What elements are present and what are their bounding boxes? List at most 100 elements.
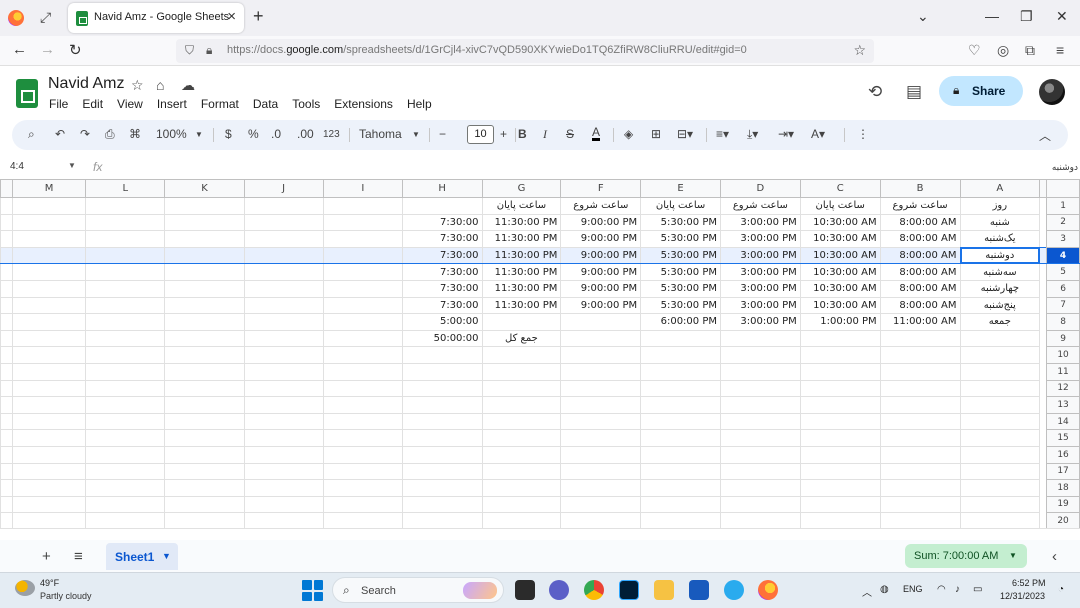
cell-A14[interactable] <box>959 412 1041 431</box>
increase-decimal-button[interactable]: .00 <box>297 127 314 141</box>
cell-E17[interactable] <box>640 462 721 481</box>
cell-A13[interactable] <box>959 396 1041 414</box>
grid-cell[interactable] <box>0 346 13 364</box>
cell-A18[interactable] <box>959 479 1041 497</box>
grid-cell[interactable] <box>243 396 324 414</box>
grid-cell[interactable] <box>85 445 166 464</box>
zoom-select[interactable]: 100% <box>156 127 187 141</box>
grid-cell[interactable] <box>85 462 166 481</box>
cell-A5[interactable]: سه‌شنبه <box>959 263 1041 281</box>
cell-H18[interactable] <box>401 479 483 497</box>
row-header-7[interactable]: 7 <box>1046 296 1080 315</box>
cell-C14[interactable] <box>799 412 881 431</box>
cell-D10[interactable] <box>719 346 801 364</box>
grid-cell[interactable] <box>164 396 245 414</box>
cell-H12[interactable] <box>401 379 483 398</box>
cell-E19[interactable] <box>640 495 721 514</box>
cell-E8[interactable]: 6:00:00 PM <box>640 313 721 331</box>
cell-F18[interactable] <box>560 479 642 497</box>
cell-C18[interactable] <box>799 479 881 497</box>
grid-cell[interactable] <box>11 512 87 530</box>
cell-A11[interactable] <box>959 362 1041 381</box>
grid-cell[interactable] <box>11 479 87 497</box>
row-header-14[interactable]: 14 <box>1046 412 1080 431</box>
cell-A20[interactable] <box>959 512 1041 530</box>
font-chevron-icon[interactable]: ▼ <box>412 130 420 139</box>
cell-D5[interactable]: 3:00:00 PM <box>719 263 801 281</box>
cell-G14[interactable] <box>481 412 562 431</box>
cell-A8[interactable]: جمعه <box>959 313 1041 331</box>
cell-H14[interactable] <box>401 412 483 431</box>
grid-cell[interactable] <box>322 197 403 215</box>
cell-A3[interactable]: یک‌شنبه <box>959 230 1041 248</box>
grid-cell[interactable] <box>164 462 245 481</box>
cell-H20[interactable] <box>401 512 483 530</box>
clock-time[interactable]: 6:52 PM <box>1012 578 1046 588</box>
grid-cell[interactable] <box>11 346 87 364</box>
grid-cell[interactable] <box>0 512 13 530</box>
column-header-A[interactable]: A <box>959 179 1041 198</box>
grid-cell[interactable] <box>164 412 245 431</box>
cell-A10[interactable] <box>959 346 1041 364</box>
cell-F12[interactable] <box>560 379 642 398</box>
grid-cell[interactable] <box>322 429 403 447</box>
row-header-4[interactable]: 4 <box>1046 246 1080 265</box>
grid-cell[interactable] <box>11 313 87 331</box>
menu-insert[interactable]: Insert <box>157 97 187 111</box>
cell-A4[interactable]: دوشنبه <box>959 246 1041 265</box>
grid-cell[interactable] <box>164 346 245 364</box>
cell-A15[interactable] <box>959 429 1041 447</box>
grid-cell[interactable] <box>164 263 245 281</box>
cell-G6[interactable]: 11:30:00 PM <box>481 279 562 298</box>
vertical-align-icon[interactable]: ⤓▾ <box>747 127 758 142</box>
extensions-icon[interactable]: ⧉ <box>1025 42 1035 59</box>
menu-data[interactable]: Data <box>253 97 278 111</box>
row-header-2[interactable]: 2 <box>1046 213 1080 232</box>
cell-B15[interactable] <box>879 429 961 447</box>
cell-B6[interactable]: 8:00:00 AM <box>879 279 961 298</box>
cell-E9[interactable] <box>640 329 721 348</box>
cell-G10[interactable] <box>481 346 562 364</box>
row-header-18[interactable]: 18 <box>1046 479 1080 497</box>
cell-G7[interactable]: 11:30:00 PM <box>481 296 562 315</box>
sheet-tab-sheet1[interactable]: Sheet1 ▼ <box>106 543 178 570</box>
grid-cell[interactable] <box>322 412 403 431</box>
grid-cell[interactable] <box>243 296 324 315</box>
cell-A9[interactable] <box>959 329 1041 348</box>
cell-G12[interactable] <box>481 379 562 398</box>
row-header-8[interactable]: 8 <box>1046 313 1080 331</box>
close-tab-icon[interactable]: × <box>227 8 236 25</box>
text-color-button[interactable]: A <box>592 126 601 141</box>
cell-E16[interactable] <box>640 445 721 464</box>
name-box-chevron-icon[interactable]: ▼ <box>68 161 76 170</box>
file-explorer-icon[interactable] <box>654 580 674 600</box>
cell-D17[interactable] <box>719 462 801 481</box>
grid-cell[interactable] <box>0 396 13 414</box>
cell-A2[interactable]: شنبه <box>959 213 1041 232</box>
menu-tools[interactable]: Tools <box>292 97 320 111</box>
firefox-taskbar-icon[interactable] <box>758 580 778 600</box>
grid-cell[interactable] <box>0 246 13 265</box>
font-select[interactable]: Tahoma <box>359 127 402 141</box>
fill-color-icon[interactable]: ◈ <box>624 127 633 141</box>
cell-F10[interactable] <box>560 346 642 364</box>
row-header-1[interactable]: 1 <box>1046 197 1080 215</box>
grid-cell[interactable] <box>322 445 403 464</box>
cell-F19[interactable] <box>560 495 642 514</box>
cell-G11[interactable] <box>481 362 562 381</box>
cell-H9[interactable]: 50:00:00 <box>401 329 483 348</box>
tray-chevron-icon[interactable]: ︿ <box>862 584 872 599</box>
grid-cell[interactable] <box>0 329 13 348</box>
grid-cell[interactable] <box>243 197 324 215</box>
grid-cell[interactable] <box>0 213 13 232</box>
telegram-icon[interactable] <box>724 580 744 600</box>
text-wrapping-icon[interactable]: ⇥▾ <box>778 127 794 141</box>
cell-D4[interactable]: 3:00:00 PM <box>719 246 801 265</box>
grid-cell[interactable] <box>11 296 87 315</box>
formula-input[interactable]: دوشنبه <box>1052 162 1078 173</box>
cell-B8[interactable]: 11:00:00 AM <box>879 313 961 331</box>
cell-B1[interactable]: ساعت شروع <box>879 197 961 215</box>
cell-B20[interactable] <box>879 512 961 530</box>
share-button[interactable]: 🔒︎ Share <box>939 76 1023 106</box>
chat-icon[interactable] <box>549 580 569 600</box>
